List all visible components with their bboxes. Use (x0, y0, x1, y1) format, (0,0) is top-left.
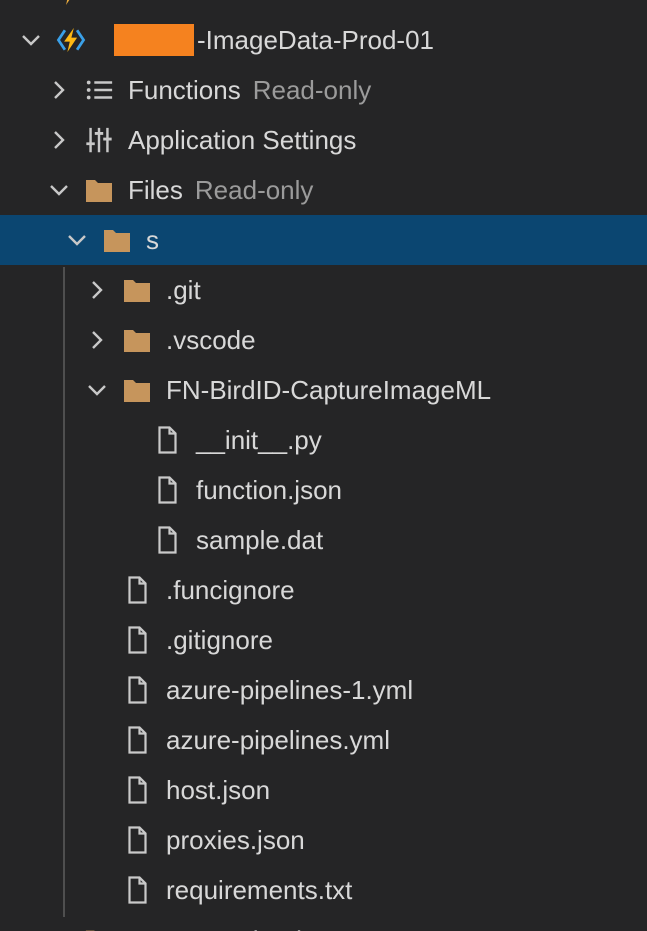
tree-item-label: .gitignore (166, 625, 273, 656)
indent-spacer (84, 727, 110, 753)
tree-item-vscode[interactable]: .vscode (0, 315, 647, 365)
tree-item-application-settings[interactable]: Application Settings (0, 115, 647, 165)
chevron-down-icon[interactable] (18, 27, 44, 53)
redacted-text-overlay (114, 24, 194, 56)
tree-item-label: proxies.json (166, 825, 305, 856)
chevron-down-icon[interactable] (84, 377, 110, 403)
read-only-badge: Read-only (196, 925, 315, 931)
chevron-right-icon[interactable] (46, 77, 72, 103)
file-icon (122, 775, 152, 805)
chevron-down-icon[interactable] (64, 227, 90, 253)
tree-item-label: -ImageData-Prod-01 (197, 25, 434, 56)
tree-item-host-json[interactable]: host.json (0, 765, 647, 815)
indent-guide (63, 267, 65, 917)
file-icon (122, 875, 152, 905)
indent-spacer (84, 627, 110, 653)
tree-item-label: Application Settings (128, 125, 356, 156)
chevron-right-icon[interactable] (46, 927, 72, 931)
tree-rows-container: Elmbrook-Launch-Production -ImageData-Pr… (0, 0, 647, 931)
tree-item-label: sample.dat (196, 525, 323, 556)
indent-spacer (84, 827, 110, 853)
tree-item-sample-dat[interactable]: sample.dat (0, 515, 647, 565)
tree-item-azure-pipelines-1-yml[interactable]: azure-pipelines-1.yml (0, 665, 647, 715)
file-icon (122, 825, 152, 855)
indent-spacer (114, 427, 140, 453)
tree-item-label: .vscode (166, 325, 256, 356)
tree-item-requirements-txt[interactable]: requirements.txt (0, 865, 647, 915)
tree-item-label: function.json (196, 475, 342, 506)
read-only-badge: Read-only (195, 175, 314, 206)
tree-item-label: host.json (166, 775, 270, 806)
indent-spacer (114, 477, 140, 503)
tree-item-azure-pipelines-yml[interactable]: azure-pipelines.yml (0, 715, 647, 765)
tree-item-s[interactable]: s (0, 215, 647, 265)
tree-item-label: .funcignore (166, 575, 295, 606)
tree-item-label: s (146, 225, 159, 256)
list-icon (84, 75, 114, 105)
folder-open-icon (84, 925, 114, 931)
tree-item-init-py[interactable]: __init__.py (0, 415, 647, 465)
tree-item-elmbrook-launch-production[interactable]: Elmbrook-Launch-Production (0, 0, 647, 15)
tree-item-functions[interactable]: Functions Read-only (0, 65, 647, 115)
file-explorer-panel: Elmbrook-Launch-Production -ImageData-Pr… (0, 0, 647, 931)
tree-item-fn-birdid-captureimageml[interactable]: FN-BirdID-CaptureImageML (0, 365, 647, 415)
tree-item-logs[interactable]: Logs Read-only (0, 915, 647, 931)
tree-item-label: requirements.txt (166, 875, 352, 906)
tree-item-git[interactable]: .git (0, 265, 647, 315)
indent-spacer (18, 0, 44, 3)
folder-icon (122, 275, 152, 305)
tree-item-label: Files (128, 175, 183, 206)
file-icon (122, 725, 152, 755)
chevron-down-icon[interactable] (46, 177, 72, 203)
indent-spacer (84, 577, 110, 603)
tree-item-gitignore[interactable]: .gitignore (0, 615, 647, 665)
tree-item-files[interactable]: Files Read-only (0, 165, 647, 215)
file-icon (152, 475, 182, 505)
file-icon (122, 625, 152, 655)
azure-function-icon (56, 25, 86, 55)
tree-item-label: FN-BirdID-CaptureImageML (166, 375, 491, 406)
indent-spacer (84, 677, 110, 703)
tree-item-label: .git (166, 275, 201, 306)
folder-icon (122, 375, 152, 405)
folder-icon (84, 175, 114, 205)
tree-item-proxies-json[interactable]: proxies.json (0, 815, 647, 865)
read-only-badge: Read-only (253, 75, 372, 106)
tree-item-funcignore[interactable]: .funcignore (0, 565, 647, 615)
tree-item-label: __init__.py (196, 425, 322, 456)
file-icon (152, 525, 182, 555)
sliders-icon (84, 125, 114, 155)
indent-spacer (114, 527, 140, 553)
folder-icon (122, 325, 152, 355)
tree-item-label: azure-pipelines-1.yml (166, 675, 413, 706)
chevron-right-icon[interactable] (84, 327, 110, 353)
file-icon (122, 575, 152, 605)
bolt-icon (56, 0, 86, 5)
chevron-right-icon[interactable] (84, 277, 110, 303)
indent-spacer (84, 877, 110, 903)
tree-item-imagedata-prod-01[interactable]: -ImageData-Prod-01 (0, 15, 647, 65)
tree-item-label: Functions (128, 75, 241, 106)
tree-item-label: Elmbrook-Launch-Production (100, 0, 437, 6)
tree-item-function-json[interactable]: function.json (0, 465, 647, 515)
chevron-right-icon[interactable] (46, 127, 72, 153)
tree-item-label: azure-pipelines.yml (166, 725, 390, 756)
indent-spacer (84, 777, 110, 803)
file-icon (122, 675, 152, 705)
tree-item-label: Logs (128, 925, 184, 931)
file-icon (152, 425, 182, 455)
folder-icon (102, 225, 132, 255)
